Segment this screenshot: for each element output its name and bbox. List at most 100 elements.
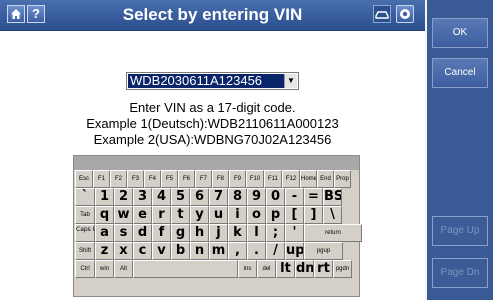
key-7[interactable]: 7 (209, 188, 228, 206)
instruction-line-1: Enter VIN as a 17-digit code. (129, 100, 296, 115)
key-f[interactable]: f (152, 224, 171, 242)
key-l[interactable]: l (247, 224, 266, 242)
key-del[interactable]: del (257, 260, 276, 278)
vehicle-icon-glyph (375, 11, 389, 19)
page-down-button[interactable]: Page Dn (432, 258, 488, 288)
key-h[interactable]: h (190, 224, 209, 242)
key-x[interactable]: x (114, 242, 133, 260)
key-f8[interactable]: F8 (212, 170, 229, 188)
cancel-button[interactable]: Cancel (432, 58, 488, 88)
key-t[interactable]: t (171, 206, 190, 224)
key-n[interactable]: n (190, 242, 209, 260)
key--[interactable]: / (266, 242, 285, 260)
key-o[interactable]: o (247, 206, 266, 224)
key-2[interactable]: 2 (114, 188, 133, 206)
key-up[interactable]: up (285, 242, 304, 260)
sidebar: OK Cancel Page Up Page Dn (427, 0, 493, 300)
key--[interactable]: . (247, 242, 266, 260)
vin-combobox[interactable]: WDB2030611A123456 ▼ (126, 72, 299, 90)
key-q[interactable]: q (95, 206, 114, 224)
key-r[interactable]: r (152, 206, 171, 224)
key--[interactable]: \ (323, 206, 342, 224)
key-d[interactable]: d (133, 224, 152, 242)
key--[interactable]: , (228, 242, 247, 260)
keyboard-header (74, 156, 359, 170)
key-home[interactable]: Home (300, 170, 317, 188)
key-8[interactable]: 8 (228, 188, 247, 206)
key-pgdn[interactable]: pgdn (333, 260, 352, 278)
page-title: Select by entering VIN (122, 5, 303, 24)
key-3[interactable]: 3 (133, 188, 152, 206)
key-caps-lock[interactable]: Caps Lock (75, 224, 95, 242)
key-a[interactable]: a (95, 224, 114, 242)
settings-icon-glyph (400, 9, 410, 19)
key-lt[interactable]: lt (276, 260, 295, 278)
instruction-line-3: Example 2(USA):WDBNG70J02A123456 (93, 132, 332, 147)
on-screen-keyboard: Esc F1 F2 F3 F4 F5 F6 F7 F8 F9 F10 F11 F12 Home End Pro… (73, 155, 362, 297)
instruction-line-2: Example 1(Deutsch):WDB2110611A000123 (86, 116, 339, 131)
key-bs[interactable]: BS (323, 188, 342, 206)
key-f2[interactable]: F2 (110, 170, 127, 188)
key-y[interactable]: y (190, 206, 209, 224)
key-b[interactable]: b (171, 242, 190, 260)
key-win[interactable]: win (95, 260, 114, 278)
key-f7[interactable]: F7 (195, 170, 212, 188)
key-4[interactable]: 4 (152, 188, 171, 206)
key-prop[interactable]: Prop (334, 170, 351, 188)
key-alt[interactable]: Alt (114, 260, 133, 278)
vin-value[interactable]: WDB2030611A123456 (128, 74, 286, 88)
key--[interactable]: ' (285, 224, 304, 242)
key-u[interactable]: u (209, 206, 228, 224)
key-space[interactable] (133, 260, 238, 278)
key--[interactable]: [ (285, 206, 304, 224)
key-f12[interactable]: F12 (282, 170, 300, 188)
key-0[interactable]: 0 (266, 188, 285, 206)
key-tab[interactable]: Tab (75, 206, 95, 224)
key-rt[interactable]: rt (314, 260, 333, 278)
key-ctrl[interactable]: Ctrl (75, 260, 95, 278)
key-i[interactable]: i (228, 206, 247, 224)
key-9[interactable]: 9 (247, 188, 266, 206)
key-ins[interactable]: ins (238, 260, 257, 278)
key-5[interactable]: 5 (171, 188, 190, 206)
key-f3[interactable]: F3 (127, 170, 144, 188)
key-m[interactable]: m (209, 242, 228, 260)
key-c[interactable]: c (133, 242, 152, 260)
key-s[interactable]: s (114, 224, 133, 242)
main-content: WDB2030611A123456 ▼ Enter VIN as a 17-di… (0, 31, 425, 300)
key-p[interactable]: p (266, 206, 285, 224)
key-return[interactable]: return (304, 224, 362, 242)
key-pgup[interactable]: pgup (304, 242, 343, 260)
key-z[interactable]: z (95, 242, 114, 260)
key-w[interactable]: w (114, 206, 133, 224)
ok-button[interactable]: OK (432, 18, 488, 48)
key--[interactable]: = (304, 188, 323, 206)
key-f11[interactable]: F11 (264, 170, 282, 188)
key-f6[interactable]: F6 (178, 170, 195, 188)
key-6[interactable]: 6 (190, 188, 209, 206)
key--[interactable]: ; (266, 224, 285, 242)
chevron-down-icon[interactable]: ▼ (284, 74, 297, 88)
title-bar: ? Select by entering VIN (0, 0, 425, 31)
key--[interactable]: ] (304, 206, 323, 224)
key-f1[interactable]: F1 (93, 170, 110, 188)
key-j[interactable]: j (209, 224, 228, 242)
key-k[interactable]: k (228, 224, 247, 242)
key-1[interactable]: 1 (95, 188, 114, 206)
key-shift[interactable]: Shift (75, 242, 95, 260)
key-g[interactable]: g (171, 224, 190, 242)
key--[interactable]: - (285, 188, 304, 206)
key-dn[interactable]: dn (295, 260, 314, 278)
key-f5[interactable]: F5 (161, 170, 178, 188)
page-up-button[interactable]: Page Up (432, 216, 488, 246)
key-e[interactable]: e (133, 206, 152, 224)
vehicle-icon[interactable] (373, 5, 391, 23)
settings-icon[interactable] (396, 5, 414, 23)
key-v[interactable]: v (152, 242, 171, 260)
key-f4[interactable]: F4 (144, 170, 161, 188)
key-f9[interactable]: F9 (229, 170, 246, 188)
key--[interactable]: ` (75, 188, 95, 206)
key-f10[interactable]: F10 (246, 170, 264, 188)
key-end[interactable]: End (317, 170, 334, 188)
key-esc[interactable]: Esc (75, 170, 93, 188)
